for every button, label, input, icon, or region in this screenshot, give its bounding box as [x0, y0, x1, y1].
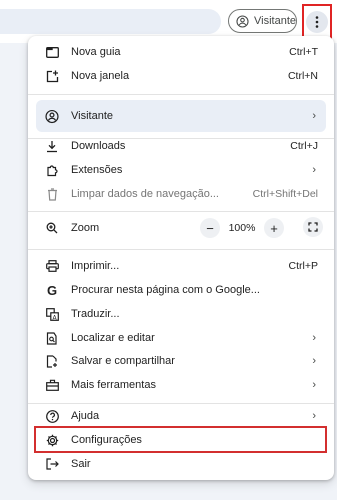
settings-highlight [34, 426, 327, 453]
shortcut-label: Ctrl+P [288, 260, 318, 272]
zoom-out-button[interactable]: − [200, 218, 220, 238]
menu-item-label: Nova janela [71, 70, 130, 82]
google-icon: G [46, 282, 58, 298]
zoom-control: − 100% + [200, 217, 284, 239]
chevron-right-icon: › [312, 110, 316, 122]
save-share-icon [45, 354, 59, 368]
new-window-icon [45, 69, 59, 83]
menu-item-label: Salvar e compartilhar [71, 355, 175, 367]
zoom-level: 100% [228, 222, 256, 234]
menu-divider [28, 249, 334, 250]
fullscreen-button[interactable] [303, 217, 323, 237]
menu-item-exit[interactable]: Sair [28, 452, 334, 476]
address-bar[interactable] [0, 9, 221, 34]
chevron-right-icon: › [312, 164, 316, 176]
menu-item-label: Traduzir... [71, 308, 120, 320]
download-icon [45, 139, 59, 153]
shortcut-label: Ctrl+Shift+Del [252, 188, 318, 200]
delete-icon [45, 187, 59, 201]
menu-item-label: Sair [71, 458, 91, 470]
translate-icon: A [45, 307, 59, 321]
menu-item-label: Mais ferramentas [71, 379, 156, 391]
extension-icon [45, 163, 59, 177]
menu-item-new-window[interactable]: Nova janela Ctrl+N [28, 64, 334, 88]
zoom-in-button[interactable]: + [264, 218, 284, 238]
fullscreen-icon [308, 222, 318, 232]
more-vert-icon [315, 16, 319, 28]
chevron-right-icon: › [312, 355, 316, 367]
menu-item-label: Nova guia [71, 46, 121, 58]
menu-button[interactable] [306, 11, 328, 33]
profile-chip[interactable]: Visitante [228, 9, 297, 33]
menu-item-downloads[interactable]: Downloads Ctrl+J [28, 134, 334, 158]
chevron-right-icon: › [312, 379, 316, 391]
toolbox-icon [45, 378, 59, 392]
menu-item-translate[interactable]: A Traduzir... [28, 302, 334, 326]
find-edit-icon [45, 331, 59, 345]
menu-item-label: Procurar nesta página com o Google... [71, 284, 260, 296]
menu-item-label: Zoom [71, 222, 100, 234]
account-icon [236, 14, 249, 28]
shortcut-label: Ctrl+N [287, 70, 318, 82]
menu-item-profile[interactable]: Visitante › [28, 104, 334, 128]
menu-item-extensions[interactable]: Extensões › [28, 158, 334, 182]
app-menu: Nova guia Ctrl+T Nova janela Ctrl+N Visi… [28, 36, 334, 480]
menu-item-help[interactable]: Ajuda › [28, 404, 334, 428]
menu-item-label: Ajuda [71, 410, 100, 422]
menu-item-print[interactable]: Imprimir... Ctrl+P [28, 254, 334, 278]
exit-icon [45, 457, 59, 471]
menu-item-label: Localizar e editar [71, 332, 155, 344]
shortcut-label: Ctrl+J [290, 140, 318, 152]
menu-divider [28, 211, 334, 212]
menu-item-label: Limpar dados de navegação... [71, 188, 219, 200]
new-tab-icon [45, 45, 59, 59]
menu-item-zoom: Zoom [28, 216, 334, 240]
shortcut-label: Ctrl+T [289, 46, 318, 58]
menu-item-label: Imprimir... [71, 260, 120, 272]
menu-item-find-edit[interactable]: Localizar e editar › [28, 326, 334, 350]
account-icon [45, 109, 59, 123]
chevron-right-icon: › [312, 332, 316, 344]
print-icon [45, 259, 59, 273]
menu-button-highlight [302, 4, 332, 40]
help-icon [45, 409, 59, 423]
menu-item-search-google[interactable]: G Procurar nesta página com o Google... [28, 278, 334, 302]
menu-item-label: Extensões [71, 164, 123, 176]
menu-item-new-tab[interactable]: Nova guia Ctrl+T [28, 40, 334, 64]
menu-item-label: Downloads [71, 140, 126, 152]
menu-divider [28, 94, 334, 95]
menu-item-clear-data[interactable]: Limpar dados de navegação... Ctrl+Shift+… [28, 182, 334, 206]
menu-item-more-tools[interactable]: Mais ferramentas › [28, 373, 334, 397]
zoom-icon [45, 221, 59, 235]
menu-item-save-share[interactable]: Salvar e compartilhar › [28, 349, 334, 373]
chevron-right-icon: › [312, 410, 316, 422]
menu-item-label: Visitante [71, 110, 113, 122]
profile-chip-label: Visitante [254, 15, 296, 27]
